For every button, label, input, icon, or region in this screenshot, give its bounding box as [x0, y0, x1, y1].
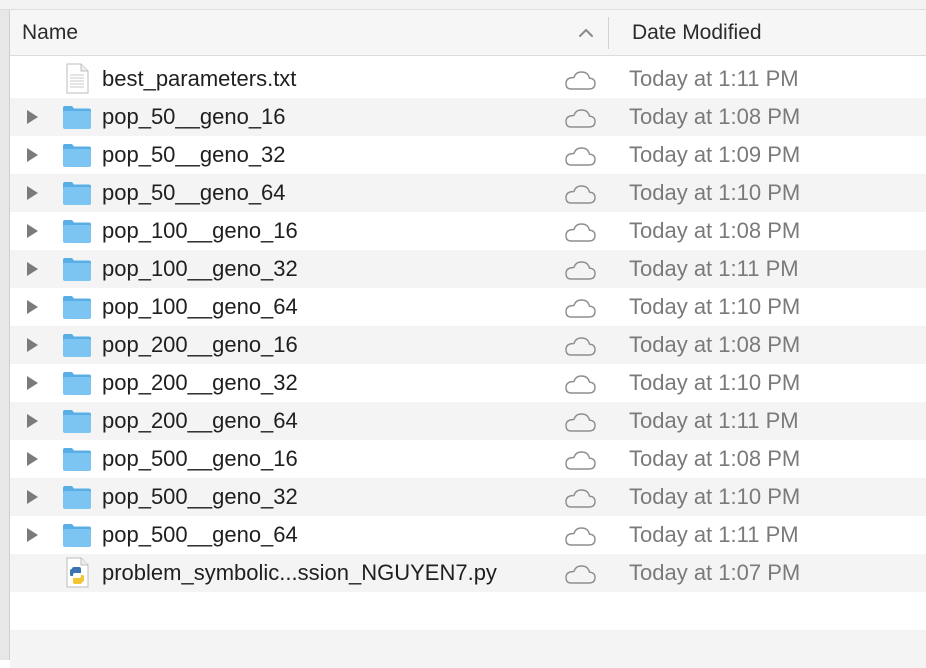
- folder-row[interactable]: pop_100__geno_16 Today at 1:08 PM: [10, 212, 926, 250]
- disclosure-triangle-icon[interactable]: [24, 451, 40, 467]
- disclosure-triangle-icon[interactable]: [24, 185, 40, 201]
- file-name[interactable]: best_parameters.txt: [102, 66, 296, 92]
- empty-row: [10, 630, 926, 668]
- cloud-icon[interactable]: [562, 69, 598, 91]
- folder-row[interactable]: pop_50__geno_32 Today at 1:09 PM: [10, 136, 926, 174]
- date-modified: Today at 1:11 PM: [629, 256, 799, 281]
- folder-row[interactable]: pop_500__geno_16 Today at 1:08 PM: [10, 440, 926, 478]
- file-name[interactable]: pop_500__geno_64: [102, 522, 298, 548]
- folder-icon: [63, 410, 91, 433]
- date-modified: Today at 1:11 PM: [629, 522, 799, 547]
- date-modified: Today at 1:10 PM: [629, 484, 801, 509]
- empty-row: [10, 592, 926, 630]
- cloud-icon[interactable]: [562, 449, 598, 471]
- date-modified: Today at 1:08 PM: [629, 332, 801, 357]
- date-modified: Today at 1:08 PM: [629, 104, 801, 129]
- folder-row[interactable]: pop_100__geno_64 Today at 1:10 PM: [10, 288, 926, 326]
- disclosure-triangle-icon[interactable]: [24, 147, 40, 163]
- folder-row[interactable]: pop_100__geno_32 Today at 1:11 PM: [10, 250, 926, 288]
- folder-icon: [63, 372, 91, 395]
- folder-row[interactable]: pop_50__geno_16 Today at 1:08 PM: [10, 98, 926, 136]
- disclosure-triangle-icon[interactable]: [24, 109, 40, 125]
- disclosure-triangle-icon[interactable]: [24, 527, 40, 543]
- file-name[interactable]: pop_100__geno_64: [102, 294, 298, 320]
- disclosure-triangle-icon[interactable]: [24, 223, 40, 239]
- cloud-icon[interactable]: [562, 411, 598, 433]
- disclosure-triangle-icon[interactable]: [24, 337, 40, 353]
- folder-row[interactable]: pop_200__geno_64 Today at 1:11 PM: [10, 402, 926, 440]
- folder-row[interactable]: pop_200__geno_16 Today at 1:08 PM: [10, 326, 926, 364]
- column-header-name[interactable]: Name: [22, 21, 78, 45]
- date-modified: Today at 1:07 PM: [629, 560, 801, 585]
- folder-row[interactable]: pop_500__geno_64 Today at 1:11 PM: [10, 516, 926, 554]
- folder-row[interactable]: pop_500__geno_32 Today at 1:10 PM: [10, 478, 926, 516]
- folder-icon: [63, 258, 91, 281]
- cloud-icon[interactable]: [562, 221, 598, 243]
- folder-icon: [63, 182, 91, 205]
- cloud-icon[interactable]: [562, 373, 598, 395]
- cloud-icon[interactable]: [562, 183, 598, 205]
- python-file-icon: [66, 557, 89, 588]
- file-name[interactable]: pop_50__geno_16: [102, 104, 286, 130]
- cloud-icon[interactable]: [562, 297, 598, 319]
- file-list: best_parameters.txt Today at 1:11 PM pop_5…: [10, 60, 926, 668]
- cloud-icon[interactable]: [562, 525, 598, 547]
- date-modified: Today at 1:11 PM: [629, 66, 799, 91]
- folder-row[interactable]: pop_200__geno_32 Today at 1:10 PM: [10, 364, 926, 402]
- cloud-icon[interactable]: [562, 145, 598, 167]
- date-modified: Today at 1:11 PM: [629, 408, 799, 433]
- date-modified: Today at 1:08 PM: [629, 218, 801, 243]
- chevron-up-icon[interactable]: [576, 23, 596, 43]
- date-modified: Today at 1:10 PM: [629, 180, 801, 205]
- file-name[interactable]: pop_100__geno_16: [102, 218, 298, 244]
- cloud-icon[interactable]: [562, 335, 598, 357]
- file-name[interactable]: pop_200__geno_64: [102, 408, 298, 434]
- folder-icon: [63, 334, 91, 357]
- sidebar-edge: [0, 10, 10, 660]
- disclosure-triangle-icon[interactable]: [24, 375, 40, 391]
- column-header: Name Date Modified: [10, 10, 926, 56]
- cloud-icon[interactable]: [562, 487, 598, 509]
- column-divider[interactable]: [608, 17, 609, 49]
- folder-icon: [63, 106, 91, 129]
- folder-icon: [63, 144, 91, 167]
- folder-icon: [63, 220, 91, 243]
- file-name[interactable]: problem_symbolic...ssion_NGUYEN7.py: [102, 560, 497, 586]
- cloud-icon[interactable]: [562, 107, 598, 129]
- file-row[interactable]: problem_symbolic...ssion_NGUYEN7.py Today…: [10, 554, 926, 592]
- file-name[interactable]: pop_200__geno_16: [102, 332, 298, 358]
- file-row[interactable]: best_parameters.txt Today at 1:11 PM: [10, 60, 926, 98]
- date-modified: Today at 1:08 PM: [629, 446, 801, 471]
- file-name[interactable]: pop_50__geno_32: [102, 142, 286, 168]
- disclosure-triangle-icon[interactable]: [24, 299, 40, 315]
- cloud-icon[interactable]: [562, 259, 598, 281]
- file-name[interactable]: pop_200__geno_32: [102, 370, 298, 396]
- disclosure-triangle-icon[interactable]: [24, 413, 40, 429]
- folder-icon: [63, 448, 91, 471]
- disclosure-triangle-icon[interactable]: [24, 261, 40, 277]
- window-top-strip: [0, 0, 926, 10]
- date-modified: Today at 1:10 PM: [629, 294, 801, 319]
- file-name[interactable]: pop_50__geno_64: [102, 180, 286, 206]
- folder-row[interactable]: pop_50__geno_64 Today at 1:10 PM: [10, 174, 926, 212]
- file-name[interactable]: pop_100__geno_32: [102, 256, 298, 282]
- column-header-date-modified[interactable]: Date Modified: [632, 21, 762, 45]
- file-name[interactable]: pop_500__geno_16: [102, 446, 298, 472]
- text-file-icon: [66, 63, 89, 94]
- folder-icon: [63, 486, 91, 509]
- file-name[interactable]: pop_500__geno_32: [102, 484, 298, 510]
- date-modified: Today at 1:09 PM: [629, 142, 801, 167]
- disclosure-triangle-icon[interactable]: [24, 489, 40, 505]
- date-modified: Today at 1:10 PM: [629, 370, 801, 395]
- cloud-icon[interactable]: [562, 563, 598, 585]
- folder-icon: [63, 296, 91, 319]
- folder-icon: [63, 524, 91, 547]
